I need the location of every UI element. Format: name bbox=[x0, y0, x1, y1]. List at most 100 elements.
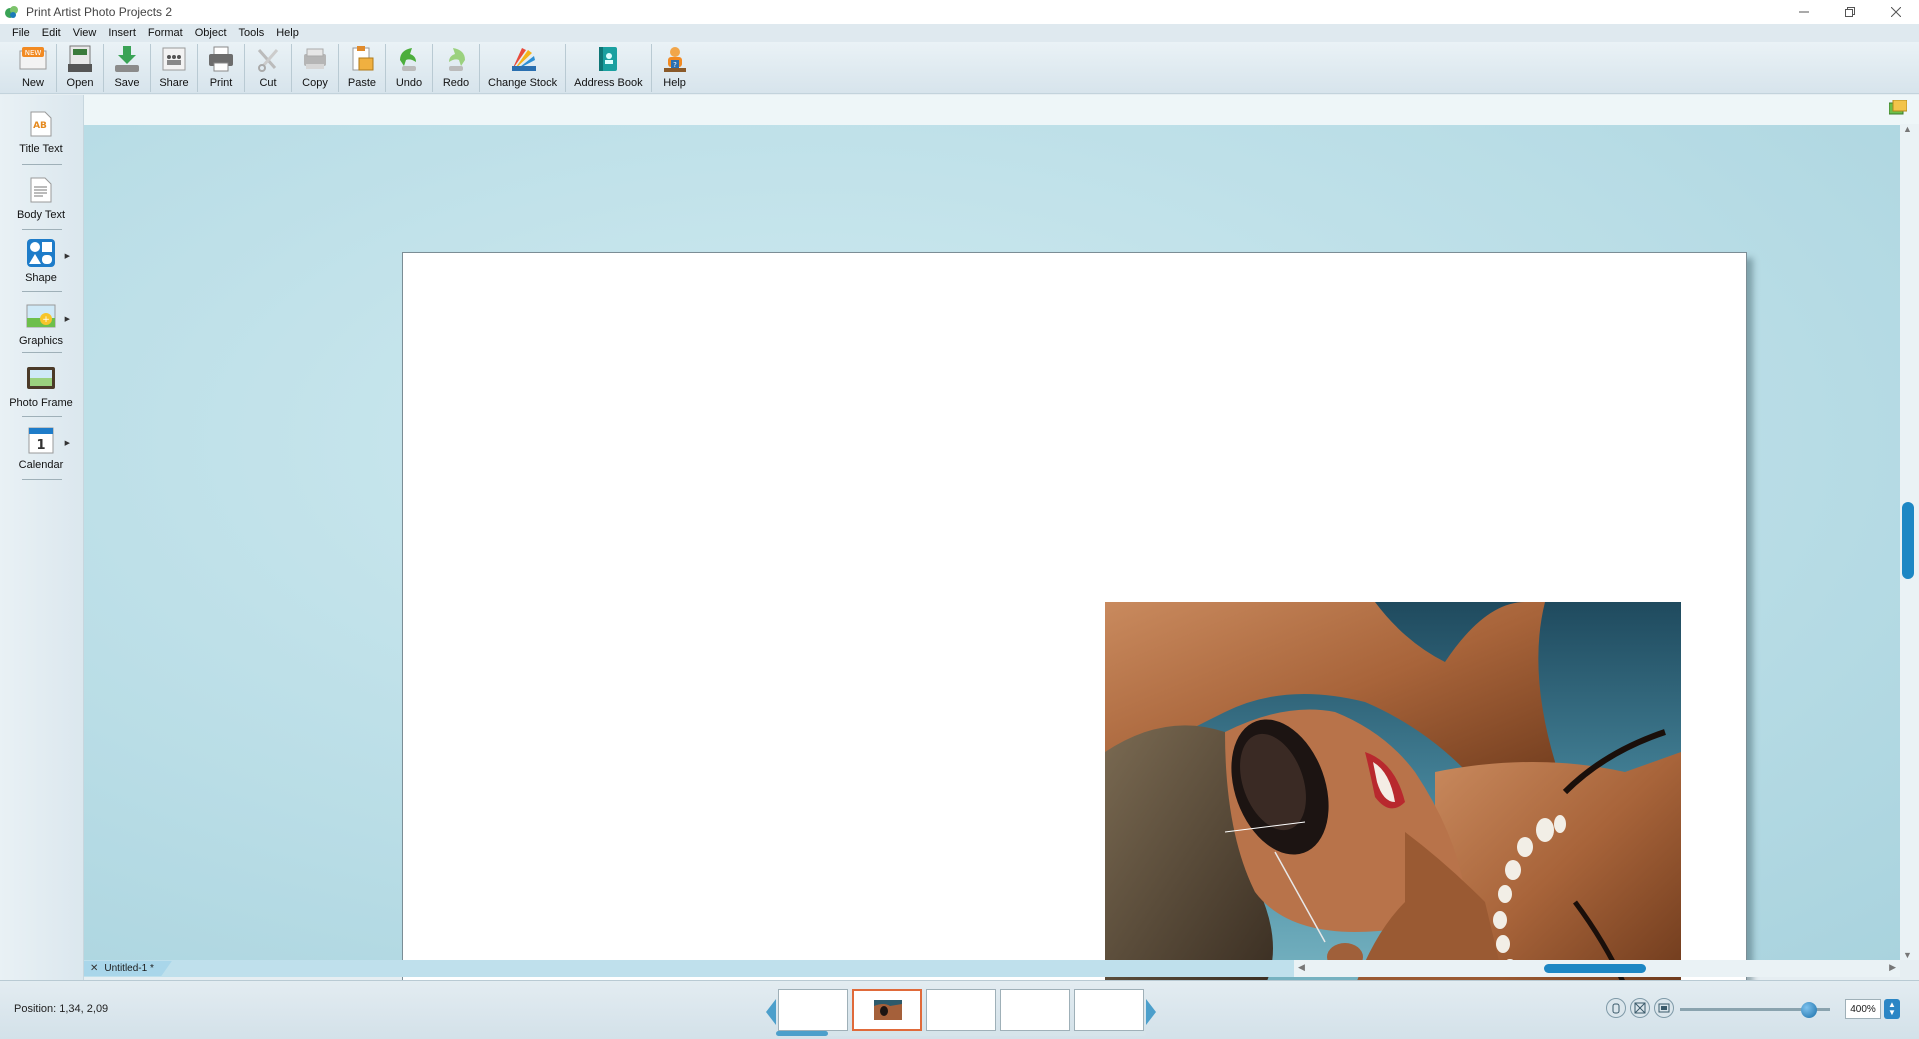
copy-button[interactable]: Copy bbox=[292, 42, 338, 92]
menu-edit[interactable]: Edit bbox=[36, 27, 67, 39]
body-text-tool[interactable]: Body Text bbox=[0, 175, 82, 221]
minimize-button[interactable] bbox=[1781, 0, 1827, 24]
zoom-spinner[interactable]: ▲ ▼ bbox=[1884, 999, 1900, 1019]
paste-button[interactable]: Paste bbox=[339, 42, 385, 92]
fit-page-button[interactable] bbox=[1630, 998, 1650, 1018]
zoom-down-icon[interactable]: ▼ bbox=[1888, 1009, 1896, 1017]
shape-tool[interactable]: ▶ Shape bbox=[0, 238, 82, 284]
title-text-icon: AB bbox=[26, 109, 56, 139]
scroll-right-icon[interactable]: ▶ bbox=[1889, 962, 1896, 973]
main-toolbar: NEW New Open Save Share Print Cut Copy P… bbox=[0, 42, 1919, 94]
scroll-left-icon[interactable]: ◀ bbox=[1298, 962, 1305, 973]
pan-view-button[interactable] bbox=[1606, 998, 1626, 1018]
open-icon bbox=[65, 44, 95, 74]
svg-text:1: 1 bbox=[36, 438, 45, 453]
cursor-position-readout: Position: 1,34, 2,09 bbox=[14, 1003, 109, 1015]
ruler-strip bbox=[84, 95, 1919, 125]
vertical-scroll-thumb[interactable] bbox=[1902, 502, 1914, 579]
page-thumbnail[interactable] bbox=[1074, 989, 1144, 1031]
title-text-label: Title Text bbox=[19, 143, 63, 155]
page-thumbnail[interactable] bbox=[926, 989, 996, 1031]
open-button[interactable]: Open bbox=[57, 42, 103, 92]
print-label: Print bbox=[209, 77, 233, 89]
address-book-icon bbox=[593, 44, 623, 74]
thumbnail-scroll-indicator[interactable] bbox=[776, 1031, 828, 1036]
scroll-down-icon[interactable]: ▼ bbox=[1903, 950, 1912, 960]
horizontal-scroll-thumb[interactable] bbox=[1544, 964, 1646, 973]
printer-icon bbox=[206, 44, 236, 74]
object-palette: AB Title Text Body Text ▶ Shape + ▶ Grap… bbox=[0, 95, 84, 980]
restore-button[interactable] bbox=[1827, 0, 1873, 24]
document-tab-label: Untitled-1 * bbox=[104, 963, 154, 974]
thumbnail-next-icon[interactable] bbox=[1146, 999, 1156, 1025]
design-workspace[interactable] bbox=[84, 95, 1903, 1020]
share-icon bbox=[159, 44, 189, 74]
thumbnail-photo-icon bbox=[874, 1000, 902, 1020]
page-thumbnail[interactable] bbox=[778, 989, 848, 1031]
save-label: Save bbox=[114, 77, 140, 89]
save-button[interactable]: Save bbox=[104, 42, 150, 92]
document-page[interactable] bbox=[402, 252, 1747, 1020]
expand-arrow-icon: ▶ bbox=[64, 440, 70, 447]
print-button[interactable]: Print bbox=[198, 42, 244, 92]
change-stock-button[interactable]: Change Stock bbox=[480, 42, 565, 92]
new-button[interactable]: NEW New bbox=[10, 42, 56, 92]
horizontal-scrollbar[interactable]: ◀ ▶ bbox=[1294, 960, 1900, 977]
menu-tools[interactable]: Tools bbox=[233, 27, 271, 39]
close-tab-icon[interactable]: ✕ bbox=[90, 963, 98, 974]
thumbnail-prev-icon[interactable] bbox=[766, 999, 776, 1025]
scroll-up-icon[interactable]: ▲ bbox=[1903, 124, 1912, 134]
placed-photo[interactable] bbox=[1105, 602, 1681, 986]
help-button[interactable]: ? Help bbox=[652, 42, 698, 92]
menu-help[interactable]: Help bbox=[270, 27, 305, 39]
paste-icon bbox=[347, 44, 377, 74]
new-icon: NEW bbox=[18, 44, 48, 74]
thumbnail-scroll-track[interactable] bbox=[776, 1031, 1146, 1036]
zoom-slider[interactable] bbox=[1680, 1002, 1830, 1018]
zoom-level-field[interactable]: 400% bbox=[1845, 999, 1881, 1019]
share-button[interactable]: Share bbox=[151, 42, 197, 92]
page-thumbnail-strip bbox=[766, 985, 1156, 1036]
calendar-icon: 1 ▶ bbox=[26, 425, 70, 455]
status-bar: Position: 1,34, 2,09 400% ▲ ▼ bbox=[0, 980, 1919, 1039]
body-text-label: Body Text bbox=[16, 209, 66, 221]
svg-text:AB: AB bbox=[33, 121, 47, 131]
window-title: Print Artist Photo Projects 2 bbox=[26, 5, 173, 19]
document-tab[interactable]: ✕ Untitled-1 * bbox=[84, 961, 172, 976]
close-icon bbox=[1891, 7, 1901, 17]
photo-frame-tool[interactable]: Photo Frame bbox=[0, 363, 82, 409]
svg-text:NEW: NEW bbox=[25, 49, 42, 57]
graphics-tool[interactable]: + ▶ Graphics bbox=[0, 301, 82, 347]
menu-format[interactable]: Format bbox=[142, 27, 189, 39]
graphics-label: Graphics bbox=[18, 335, 64, 347]
help-person-icon: ? bbox=[660, 44, 690, 74]
menu-view[interactable]: View bbox=[67, 27, 103, 39]
actual-size-icon bbox=[1658, 1003, 1670, 1013]
menu-file[interactable]: File bbox=[6, 27, 36, 39]
menu-insert[interactable]: Insert bbox=[102, 27, 142, 39]
copy-icon bbox=[300, 44, 330, 74]
zoom-slider-knob[interactable] bbox=[1800, 1002, 1817, 1018]
color-swatch-icon bbox=[508, 44, 538, 74]
shape-label: Shape bbox=[25, 272, 57, 284]
layers-panel-icon[interactable] bbox=[1889, 100, 1907, 116]
address-book-button[interactable]: Address Book bbox=[566, 42, 650, 92]
calendar-label: Calendar bbox=[18, 459, 64, 471]
svg-text:?: ? bbox=[673, 61, 677, 69]
undo-button[interactable]: Undo bbox=[386, 42, 432, 92]
redo-button[interactable]: Redo bbox=[433, 42, 479, 92]
actual-size-button[interactable] bbox=[1654, 998, 1674, 1018]
page-thumbnail-active[interactable] bbox=[852, 989, 922, 1031]
svg-text:+: + bbox=[42, 315, 50, 325]
close-button[interactable] bbox=[1873, 0, 1919, 24]
expand-arrow-icon: ▶ bbox=[64, 316, 70, 323]
palette-separator bbox=[22, 479, 62, 480]
title-text-tool[interactable]: AB Title Text bbox=[0, 109, 82, 155]
menu-object[interactable]: Object bbox=[189, 27, 233, 39]
vertical-scrollbar[interactable]: ▲ ▼ bbox=[1900, 124, 1919, 960]
title-bar: Print Artist Photo Projects 2 bbox=[0, 0, 1919, 24]
calendar-tool[interactable]: 1 ▶ Calendar bbox=[0, 425, 82, 471]
page-thumbnail[interactable] bbox=[1000, 989, 1070, 1031]
body-text-icon bbox=[26, 175, 56, 205]
cut-button[interactable]: Cut bbox=[245, 42, 291, 92]
